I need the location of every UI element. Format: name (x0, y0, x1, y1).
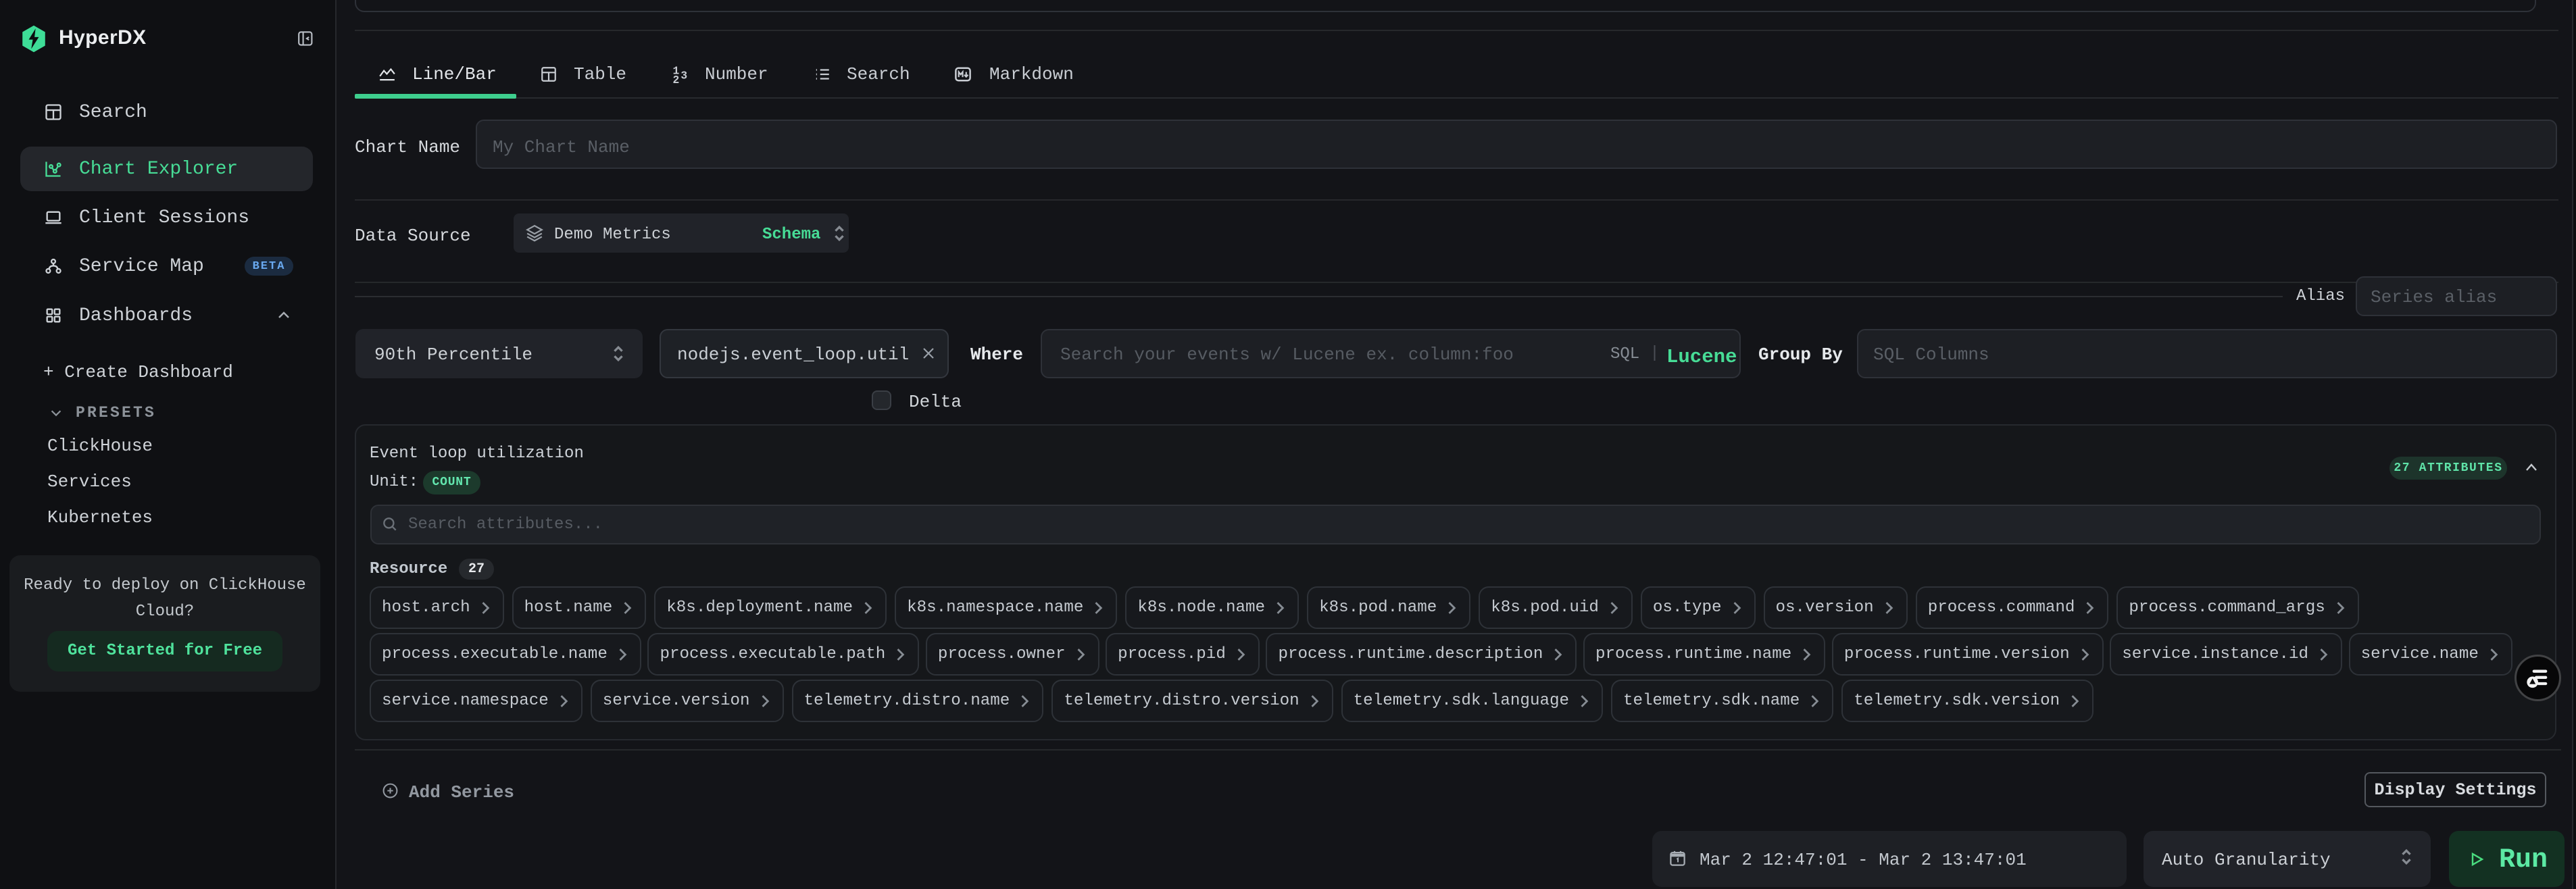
svg-text:2: 2 (673, 74, 679, 83)
svg-text:3: 3 (680, 70, 687, 82)
